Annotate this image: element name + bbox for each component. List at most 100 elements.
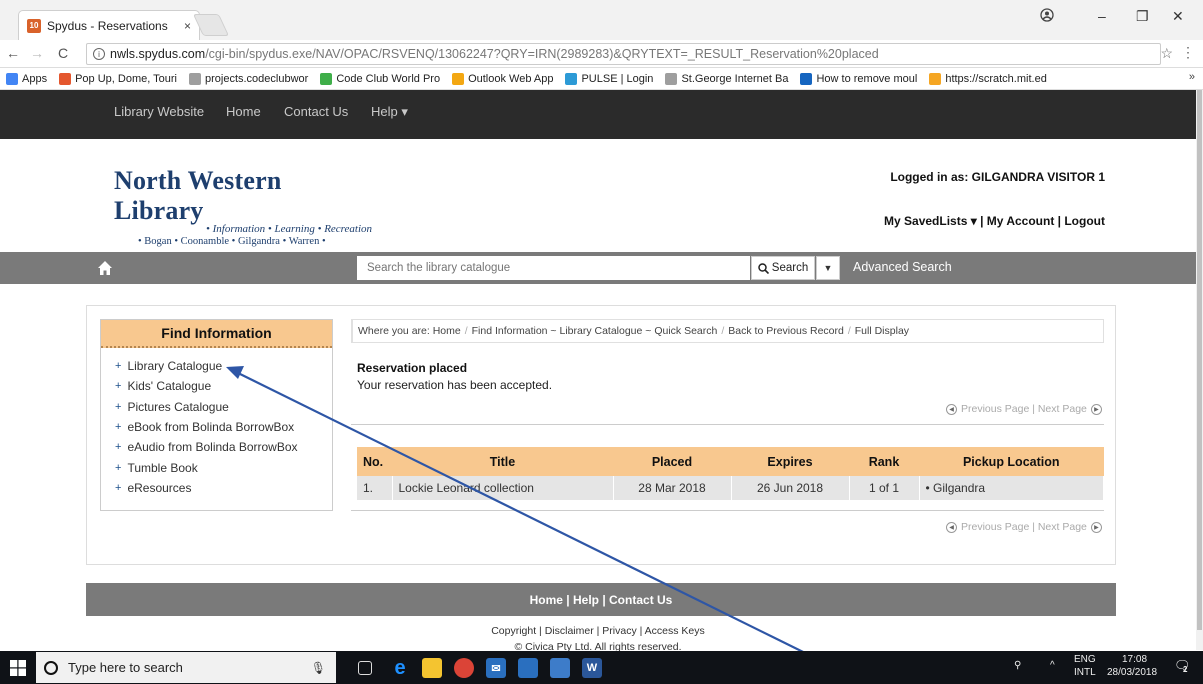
nav-home[interactable]: Home — [226, 104, 261, 119]
previous-page-icon[interactable]: ◀ — [946, 521, 957, 533]
pager-label[interactable]: Previous Page | Next Page — [961, 403, 1087, 415]
logged-in-text: Logged in as: GILGANDRA VISITOR 1 — [890, 170, 1105, 184]
minimize-icon[interactable]: – — [1098, 8, 1106, 24]
reload-icon[interactable]: C — [58, 45, 68, 61]
clock-time[interactable]: 17:08 — [1122, 654, 1147, 665]
reservation-message: Your reservation has been accepted. — [357, 378, 553, 392]
breadcrumb-quick-search[interactable]: Find Information ~ Library Catalogue ~ Q… — [472, 325, 718, 337]
breadcrumb-previous-record[interactable]: Back to Previous Record — [728, 325, 844, 337]
nav-contact-us[interactable]: Contact Us — [284, 104, 348, 119]
previous-page-icon[interactable]: ◀ — [946, 403, 957, 415]
close-window-icon[interactable]: ✕ — [1172, 8, 1184, 25]
search-button[interactable]: Search — [751, 256, 815, 280]
taskbar-search-placeholder: Type here to search — [68, 660, 183, 675]
bookmark-item[interactable]: Pop Up, Dome, Touri — [59, 72, 177, 85]
next-page-icon[interactable]: ▶ — [1090, 403, 1102, 415]
clock-date[interactable]: 28/03/2018 — [1107, 667, 1157, 678]
bookmark-label: projects.codeclubwor — [204, 72, 309, 85]
footer-links[interactable]: Copyright | Disclaimer | Privacy | Acces… — [0, 625, 1196, 637]
task-view-icon[interactable] — [358, 661, 372, 675]
forward-icon[interactable]: → — [30, 45, 44, 61]
language-code[interactable]: ENG — [1074, 654, 1096, 665]
file-explorer-icon[interactable] — [422, 658, 442, 678]
mail-icon[interactable]: ✉ — [486, 658, 506, 678]
cell-placed: 28 Mar 2018 — [613, 476, 732, 500]
taskbar-search[interactable]: Type here to search 🎙 — [36, 652, 336, 683]
breadcrumb: Where you are: Home / Find Information ~… — [351, 319, 1104, 343]
cell-no: 1. — [357, 476, 393, 500]
cell-expires: 26 Jun 2018 — [731, 476, 850, 500]
advanced-search-link[interactable]: Advanced Search — [853, 260, 952, 274]
address-row: ← → C i nwls.spydus.com/cgi-bin/spydus.e… — [0, 40, 1203, 68]
page-scrollbar[interactable] — [1196, 90, 1203, 650]
cell-title[interactable]: Lockie Leonard collection — [392, 476, 614, 500]
find-info-label: eResources — [127, 480, 192, 495]
bookmark-star-icon[interactable]: ☆ — [1160, 45, 1173, 62]
breadcrumb-full-display[interactable]: Full Display — [855, 325, 909, 337]
plus-icon: + — [115, 481, 122, 494]
search-dropdown-toggle[interactable]: ▼ — [816, 256, 840, 280]
find-info-item[interactable]: + Library Catalogue — [115, 356, 332, 376]
bookmark-label: Pop Up, Dome, Touri — [75, 72, 177, 85]
find-information-box: Find Information + Library Catalogue + Kids… — [100, 319, 333, 511]
profile-icon[interactable] — [1040, 8, 1054, 25]
plus-icon: + — [115, 461, 122, 474]
col-expires: Expires — [731, 447, 849, 476]
bookmark-item[interactable]: projects.codeclubwor — [188, 72, 309, 85]
account-links[interactable]: My SavedLists ▾ | My Account | Logout — [884, 214, 1105, 228]
microphone-icon[interactable]: 🎙 — [311, 661, 326, 675]
find-info-item[interactable]: + Tumble Book — [115, 457, 332, 477]
find-info-item[interactable]: + eBook from Bolinda BorrowBox — [115, 417, 332, 437]
info-icon[interactable]: i — [93, 48, 105, 60]
tab-close-icon[interactable]: × — [184, 19, 191, 33]
pager-label[interactable]: Previous Page | Next Page — [961, 521, 1087, 533]
cell-pickup-location: • Gilgandra — [919, 476, 1104, 500]
home-icon[interactable] — [97, 260, 113, 276]
nav-library-website[interactable]: Library Website — [114, 104, 204, 119]
library-logo[interactable]: North Western Library • Information • Le… — [114, 166, 374, 247]
cell-rank: 1 of 1 — [849, 476, 920, 500]
find-info-item[interactable]: + Pictures Catalogue — [115, 397, 332, 417]
search-input[interactable] — [357, 256, 750, 280]
bookmark-item[interactable]: Code Club World Pro — [320, 72, 440, 85]
address-bar[interactable]: i nwls.spydus.com/cgi-bin/spydus.exe/NAV… — [86, 43, 1161, 65]
language-layout[interactable]: INTL — [1074, 667, 1096, 678]
browser-tab[interactable]: 10 Spydus - Reservations × — [18, 10, 200, 40]
site-top-nav: Library Website Home Contact Us Help ▾ — [0, 90, 1196, 139]
footer-bar[interactable]: Home | Help | Contact Us — [86, 583, 1116, 616]
chrome-icon[interactable] — [454, 658, 474, 678]
app-icon[interactable] — [550, 658, 570, 678]
bookmark-item[interactable]: PULSE | Login — [565, 72, 653, 85]
bookmark-item[interactable]: Outlook Web App — [452, 72, 553, 85]
plus-icon: + — [115, 380, 122, 393]
bookmarks-overflow-icon[interactable]: » — [1189, 71, 1195, 83]
bookmark-item[interactable]: Apps — [6, 72, 47, 85]
tray-expand-icon[interactable]: ^ — [1050, 660, 1055, 671]
restore-icon[interactable]: ❐ — [1136, 8, 1149, 25]
nav-help[interactable]: Help ▾ — [371, 104, 408, 120]
bookmark-item[interactable]: https://scratch.mit.ed — [929, 72, 1047, 85]
menu-icon[interactable]: ⋮ — [1181, 44, 1195, 61]
word-icon[interactable]: W — [582, 658, 602, 678]
next-page-icon[interactable]: ▶ — [1090, 521, 1102, 533]
find-info-label: Tumble Book — [127, 460, 198, 475]
find-info-item[interactable]: + eResources — [115, 478, 332, 498]
bookmark-icon — [6, 72, 18, 85]
bookmark-item[interactable]: St.George Internet Ba — [665, 72, 788, 85]
find-info-item[interactable]: + Kids' Catalogue — [115, 376, 332, 396]
tab-title: Spydus - Reservations — [47, 18, 168, 33]
windows-start-icon[interactable] — [10, 660, 26, 676]
bookmark-item[interactable]: How to remove moul — [800, 72, 918, 85]
back-icon[interactable]: ← — [6, 45, 20, 61]
scrollbar-thumb[interactable] — [1197, 90, 1202, 630]
logo-title: North Western Library — [114, 166, 282, 225]
bookmark-label: How to remove moul — [816, 72, 918, 85]
breadcrumb-home[interactable]: Where you are: Home — [358, 325, 461, 337]
people-icon[interactable]: ⚲ — [1014, 660, 1021, 671]
find-info-item[interactable]: + eAudio from Bolinda BorrowBox — [115, 437, 332, 457]
plus-icon: + — [115, 360, 122, 373]
edge-icon[interactable]: e — [390, 657, 410, 679]
store-icon[interactable] — [518, 658, 538, 678]
bookmark-icon — [320, 72, 333, 85]
url-path: /cgi-bin/spydus.exe/NAV/OPAC/RSVENQ/1306… — [205, 47, 879, 61]
